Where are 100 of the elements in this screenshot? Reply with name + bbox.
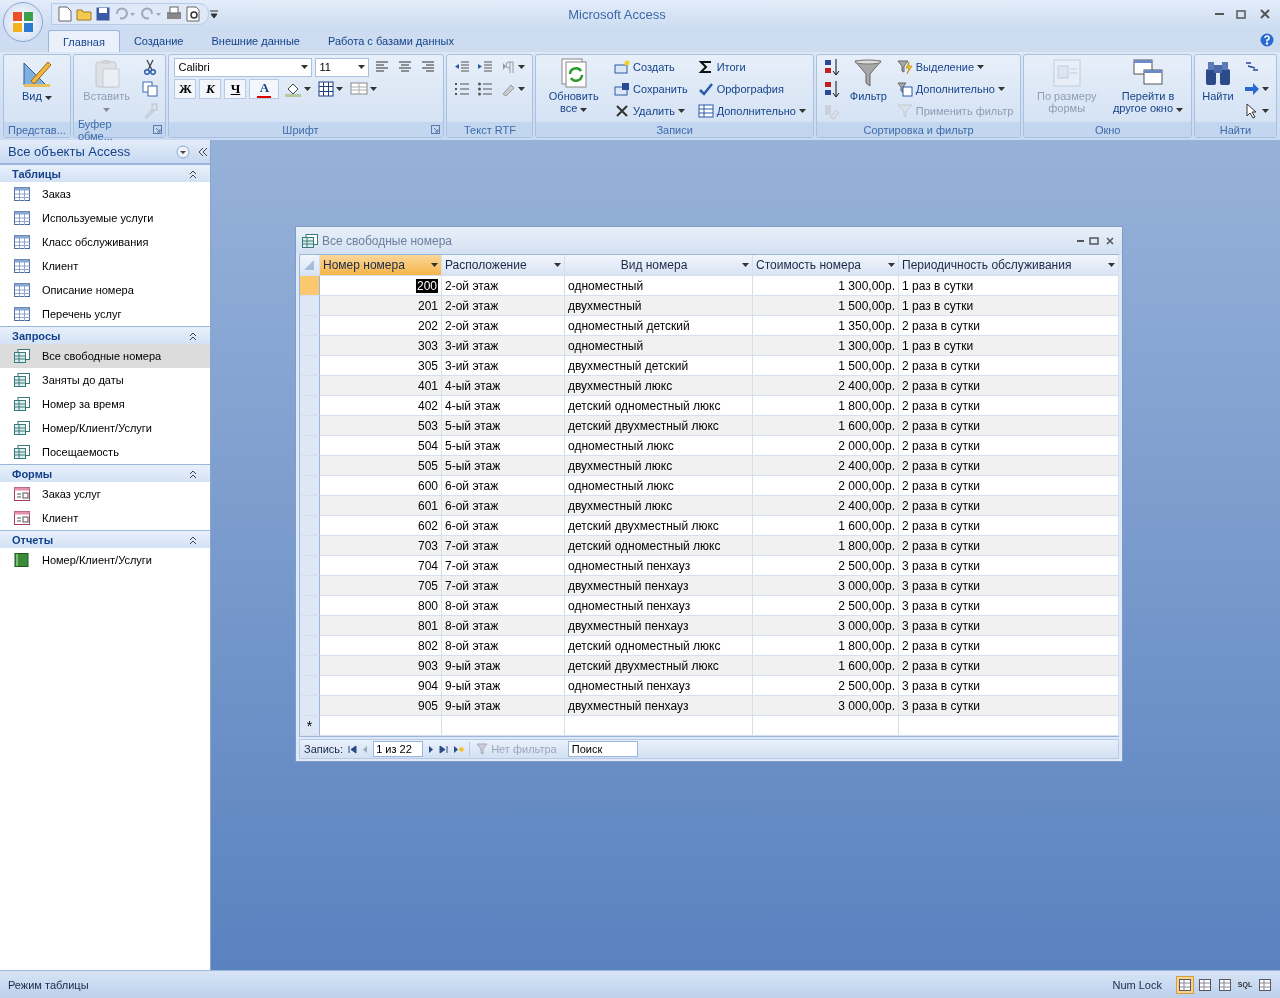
table-cell: 601 xyxy=(320,496,442,516)
bullet-list-icon xyxy=(477,81,494,97)
nav-item[interactable]: Заняты до даты xyxy=(0,368,210,392)
ribbon-button[interactable]: Обновить все xyxy=(541,56,606,115)
row-selector[interactable] xyxy=(300,316,320,336)
row-selector[interactable] xyxy=(300,616,320,636)
nav-item[interactable]: Номер/Клиент/Услуги xyxy=(0,548,210,572)
ribbon-tab[interactable]: Создание xyxy=(119,30,198,52)
row-selector[interactable] xyxy=(300,636,320,656)
record-label: Запись: xyxy=(304,743,344,755)
row-selector[interactable] xyxy=(300,376,320,396)
ribbon-button[interactable]: Сохранить xyxy=(612,80,690,98)
ribbon-button[interactable]: Вид xyxy=(9,56,65,103)
row-selector[interactable] xyxy=(300,456,320,476)
nav-item[interactable]: Клиент xyxy=(0,254,210,278)
nav-item[interactable]: Перечень услуг xyxy=(0,302,210,326)
nav-item[interactable]: Заказ услуг xyxy=(0,482,210,506)
ribbon-button[interactable]: Орфография xyxy=(695,80,808,98)
nav-item[interactable]: Класс обслуживания xyxy=(0,230,210,254)
row-selector[interactable] xyxy=(300,516,320,536)
table-cell: 2 раза в сутки xyxy=(899,656,1119,676)
view-button[interactable] xyxy=(1176,975,1194,994)
format-button[interactable]: Ч xyxy=(224,79,247,99)
table-cell: 905 xyxy=(320,696,442,716)
row-selector[interactable] xyxy=(300,676,320,696)
column-header[interactable]: Номер номера xyxy=(320,255,442,276)
office-logo-icon xyxy=(11,10,35,34)
ribbon-tab[interactable]: Внешние данные xyxy=(197,30,314,52)
format-button[interactable]: Ж xyxy=(174,79,197,99)
row-selector[interactable] xyxy=(300,556,320,576)
column-header[interactable]: Стоимость номера xyxy=(753,255,899,276)
row-selector[interactable] xyxy=(300,696,320,716)
ribbon-button[interactable]: Фильтр xyxy=(847,56,889,103)
row-selector[interactable] xyxy=(300,656,320,676)
group-label: Сортировка и фильтр xyxy=(863,123,974,136)
caret-icon xyxy=(1262,87,1269,91)
nav-group-header[interactable]: Формы xyxy=(0,464,210,482)
nav-item[interactable]: Клиент xyxy=(0,506,210,530)
window-title: Microsoft Access xyxy=(568,6,666,22)
caret-icon xyxy=(742,263,749,267)
icon-button[interactable] xyxy=(1242,80,1271,98)
record-number-field[interactable]: 1 из 22 xyxy=(373,741,424,757)
column-header[interactable]: Вид номера xyxy=(565,255,753,276)
font-size-dropdown[interactable]: 11 xyxy=(315,57,370,77)
ribbon-button[interactable]: Дополнительно xyxy=(695,102,808,120)
nav-item[interactable]: Номер за время xyxy=(0,392,210,416)
row-selector[interactable] xyxy=(300,296,320,316)
nav-item[interactable]: Номер/Клиент/Услуги xyxy=(0,416,210,440)
nav-item[interactable]: Заказ xyxy=(0,182,210,206)
table-cell: 1 600,00р. xyxy=(753,416,899,436)
row-selector[interactable] xyxy=(300,436,320,456)
ribbon-button[interactable]: Выделение xyxy=(894,58,1016,76)
row-selector[interactable] xyxy=(300,496,320,516)
column-header[interactable]: Расположение xyxy=(442,255,565,276)
row-selector[interactable] xyxy=(300,476,320,496)
table-cell: 5-ый этаж xyxy=(442,456,565,476)
row-selector[interactable] xyxy=(300,276,320,296)
column-header[interactable]: Периодичность обслуживания xyxy=(899,255,1119,276)
nav-group-header[interactable]: Отчеты xyxy=(0,530,210,548)
ribbon-button[interactable]: Найти xyxy=(1200,56,1236,103)
font-color-button[interactable]: A xyxy=(249,79,280,99)
row-selector[interactable] xyxy=(300,396,320,416)
nav-item[interactable]: Описание номера xyxy=(0,278,210,302)
corner-triangle-icon xyxy=(303,259,315,271)
nav-group-header[interactable]: Таблицы xyxy=(0,164,210,182)
font-name-dropdown[interactable]: Calibri xyxy=(174,57,313,77)
ribbon-button[interactable]: Дополнительно xyxy=(894,80,1016,98)
row-selector[interactable] xyxy=(300,536,320,556)
table-cell: 9-ый этаж xyxy=(442,656,565,676)
ribbon-button[interactable]: Итоги xyxy=(695,58,808,76)
table-icon xyxy=(14,307,30,321)
caret-icon xyxy=(358,65,366,69)
icon-button[interactable] xyxy=(316,80,346,98)
ribbon-button[interactable]: Создать xyxy=(612,58,690,76)
status-indicator: Num Lock xyxy=(1112,978,1162,991)
format-button[interactable]: К xyxy=(199,79,222,99)
ribbon-button[interactable]: Перейти в другое окно xyxy=(1110,56,1186,115)
ribbon-tab[interactable]: Работа с базами данных xyxy=(313,30,468,52)
increase-indent-icon xyxy=(477,59,494,75)
caret-icon xyxy=(798,109,806,113)
query-icon xyxy=(302,233,318,248)
select-all-corner[interactable] xyxy=(300,255,320,276)
row-selector[interactable] xyxy=(300,596,320,616)
office-button[interactable] xyxy=(3,2,43,42)
nav-item[interactable]: Все свободные номера xyxy=(0,344,210,368)
row-selector[interactable] xyxy=(300,356,320,376)
caret-icon xyxy=(1262,109,1269,113)
nav-item[interactable]: Используемые услуги xyxy=(0,206,210,230)
ribbon-tab[interactable]: Главная xyxy=(48,30,120,52)
row-selector[interactable] xyxy=(300,576,320,596)
ribbon-button[interactable]: Удалить xyxy=(612,102,690,120)
icon-button[interactable] xyxy=(348,80,380,98)
search-field[interactable]: Поиск xyxy=(567,741,638,757)
nav-item[interactable]: Посещаемость xyxy=(0,440,210,464)
row-selector[interactable] xyxy=(300,416,320,436)
table-icon xyxy=(14,235,30,249)
new-record-marker[interactable]: * xyxy=(300,716,320,736)
nav-group-header[interactable]: Запросы xyxy=(0,326,210,344)
row-selector[interactable] xyxy=(300,336,320,356)
caret-icon xyxy=(518,65,526,69)
